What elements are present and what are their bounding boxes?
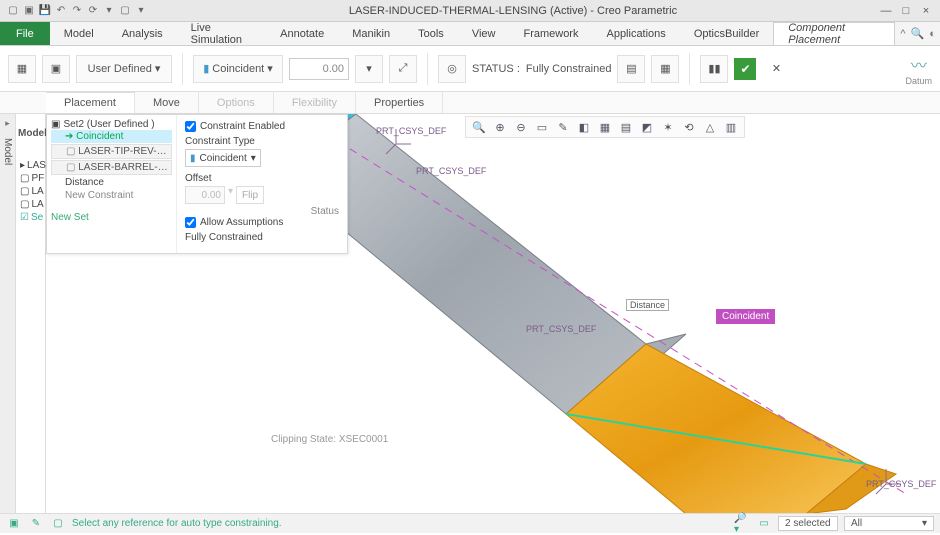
datum-group-label[interactable]: Datum	[905, 76, 932, 86]
csys-label: PRT_CSYS_DEF	[416, 166, 486, 176]
view-toolbar: 🔍 ⊕ ⊖ ▭ ✎ ◧ ▦ ▤ ◩ ✶ ⟲ △ ▥	[465, 116, 745, 138]
status-hint: Select any reference for auto type const…	[72, 518, 282, 529]
offset-value-input	[185, 186, 225, 204]
tab-framework[interactable]: Framework	[509, 22, 592, 45]
tab-manikin[interactable]: Manikin	[338, 22, 404, 45]
constraint-type-dropdown[interactable]: ▮Coincident ▾	[185, 149, 261, 167]
minimize-button[interactable]: —	[878, 5, 894, 17]
find-icon[interactable]: 🔎▾	[734, 516, 750, 532]
csys-label: PRT_CSYS_DEF	[866, 479, 936, 489]
offset-label: Offset	[185, 173, 339, 184]
nav-icon[interactable]: ▸	[5, 118, 10, 129]
new-set-link[interactable]: New Set	[51, 212, 172, 223]
placement-type-select[interactable]: User Defined▾	[76, 55, 172, 83]
subtab-options: Options	[199, 92, 274, 113]
sb-ico-2[interactable]: ✎	[28, 516, 44, 532]
flip-icon[interactable]: ⤢	[389, 55, 417, 83]
section-icon[interactable]: △	[701, 118, 719, 136]
new-constraint-link[interactable]: New Constraint	[51, 189, 172, 202]
repaint-icon[interactable]: ✎	[554, 118, 572, 136]
flip-button: Flip	[236, 186, 264, 204]
spin-icon[interactable]: ⟲	[680, 118, 698, 136]
search-icon[interactable]: 🔍	[910, 22, 925, 45]
zoom-in-icon[interactable]: ⊕	[491, 118, 509, 136]
tab-analysis[interactable]: Analysis	[108, 22, 177, 45]
offset-spinner: ▾	[228, 186, 233, 204]
tab-view[interactable]: View	[458, 22, 510, 45]
tab-model[interactable]: Model	[50, 22, 108, 45]
constraint-type-label: Constraint Type	[185, 136, 339, 147]
pause-button[interactable]: ▮▮	[700, 55, 728, 83]
coincident-callout[interactable]: Coincident	[716, 309, 775, 324]
maximize-button[interactable]: □	[898, 5, 914, 17]
tab-tools[interactable]: Tools	[404, 22, 458, 45]
tab-annotate[interactable]: Annotate	[266, 22, 338, 45]
subtab-move[interactable]: Move	[135, 92, 199, 113]
set-header[interactable]: ▣ Set2 (User Defined )	[51, 119, 172, 130]
more-icon[interactable]: ▾	[134, 4, 148, 18]
tab-component-placement[interactable]: Component Placement	[773, 22, 895, 45]
constraint-enabled-checkbox[interactable]: Constraint Enabled	[185, 121, 339, 132]
csys-label: PRT_CSYS_DEF	[526, 324, 596, 334]
zoom-out-icon[interactable]: ⊖	[512, 118, 530, 136]
sb-ico-3[interactable]: ▢	[50, 516, 66, 532]
zoom-fit-icon[interactable]: 🔍	[470, 118, 488, 136]
saved-view-icon[interactable]: ▦	[596, 118, 614, 136]
style-icon[interactable]: ◧	[575, 118, 593, 136]
status-opt-1[interactable]: ▤	[617, 55, 645, 83]
constraint-row-distance[interactable]: Distance	[51, 176, 172, 189]
status-text: Fully Constrained	[526, 63, 612, 75]
help-icon[interactable]: ◐	[925, 22, 940, 45]
tab-applications[interactable]: Applications	[592, 22, 679, 45]
more-view-icon[interactable]: ▥	[722, 118, 740, 136]
selection-filter[interactable]: All▾	[844, 516, 934, 531]
file-menu[interactable]: File	[0, 22, 50, 45]
subtab-flexibility: Flexibility	[274, 92, 356, 113]
layers-icon[interactable]: ▤	[617, 118, 635, 136]
tab-live-simulation[interactable]: Live Simulation	[177, 22, 267, 45]
close-win-icon[interactable]: ▢	[118, 4, 132, 18]
regen-icon[interactable]: ⟳	[86, 4, 100, 18]
confirm-button[interactable]: ✔	[734, 58, 756, 80]
user-defined-label: User Defined	[88, 63, 152, 75]
constraint-row-coincident[interactable]: ➔ Coincident	[51, 130, 172, 143]
refit-icon[interactable]: ▭	[533, 118, 551, 136]
clipping-state-label: Clipping State: XSEC0001	[271, 434, 388, 445]
subtab-placement[interactable]: Placement	[46, 92, 135, 113]
perspective-icon[interactable]: ◩	[638, 118, 656, 136]
window-title: LASER-INDUCED-THERMAL-LENSING (Active) -…	[154, 5, 872, 17]
save-icon[interactable]: 💾	[38, 4, 52, 18]
constraint-type-select[interactable]: ▮Coincident▾	[193, 55, 283, 83]
close-button[interactable]: ×	[918, 5, 934, 17]
open-icon[interactable]: ▣	[22, 4, 36, 18]
annot-icon[interactable]: ✶	[659, 118, 677, 136]
redo-icon[interactable]: ↷	[70, 4, 84, 18]
select-mode-icon[interactable]: ▭	[756, 516, 772, 532]
status-icon: ◎	[438, 55, 466, 83]
placement-panel: ▣ Set2 (User Defined ) ➔ Coincident ▢ LA…	[46, 114, 348, 254]
status-prefix: STATUS :	[472, 63, 520, 75]
status-heading: Status	[185, 206, 339, 217]
model-tree-tab[interactable]: Model	[2, 132, 13, 171]
reference-2[interactable]: ▢ LASER-BARREL-1:ES0_EO1_	[51, 160, 172, 175]
selection-count[interactable]: 2 selected	[778, 516, 838, 531]
cancel-button[interactable]: ✕	[762, 55, 790, 83]
collapse-ribbon-icon[interactable]: ^	[895, 22, 910, 45]
fully-constrained-label: Fully Constrained	[185, 232, 339, 243]
sb-ico-1[interactable]: ▣	[6, 516, 22, 532]
offset-dropdown[interactable]: ▾	[355, 55, 383, 83]
distance-callout[interactable]: Distance	[626, 299, 669, 311]
undo-icon[interactable]: ↶	[54, 4, 68, 18]
new-icon[interactable]: ▢	[6, 4, 20, 18]
csys-label: PRT_CSYS_DEF	[376, 126, 446, 136]
offset-input[interactable]	[289, 58, 349, 80]
reference-1[interactable]: ▢ LASER-TIP-REV-2:ES0_EO1_	[51, 144, 172, 159]
drop-icon[interactable]: ▾	[102, 4, 116, 18]
status-opt-2[interactable]: ▦	[651, 55, 679, 83]
tab-opticsbuilder[interactable]: OpticsBuilder	[680, 22, 773, 45]
subtab-properties[interactable]: Properties	[356, 92, 443, 113]
method-btn-1[interactable]: ▦	[8, 55, 36, 83]
allow-assumptions-checkbox[interactable]: Allow Assumptions	[185, 217, 339, 228]
method-btn-2[interactable]: ▣	[42, 55, 70, 83]
